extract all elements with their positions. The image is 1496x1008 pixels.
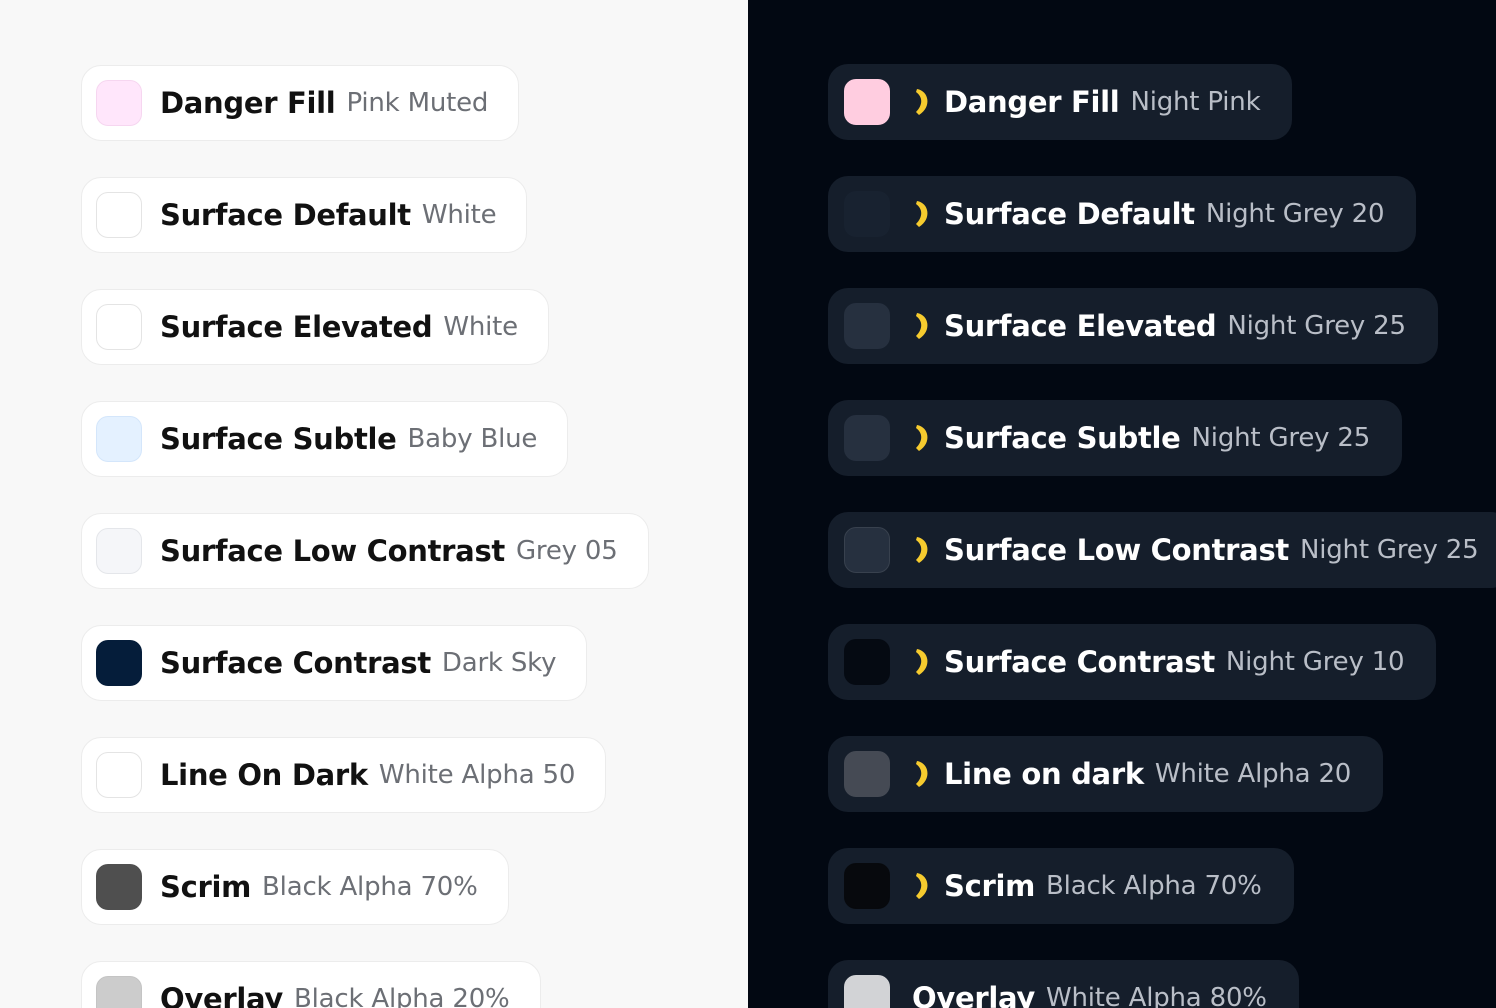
token-pill-scrim-dark: Scrim Black Alpha 70% [828, 848, 1294, 924]
moon-icon [916, 537, 928, 563]
token-value: White Alpha 20 [1154, 759, 1352, 789]
token-pill-surface-elevated-light: Surface Elevated White [81, 289, 549, 365]
token-pill-danger-fill-light: Danger Fill Pink Muted [81, 65, 520, 141]
color-swatch-danger-fill-dark [844, 79, 890, 125]
token-value: Night Grey 10 [1225, 647, 1405, 677]
token-name: Surface Low Contrast [160, 534, 505, 568]
token-value: Black Alpha 20% [293, 984, 510, 1008]
token-pill-surface-contrast-dark: Surface Contrast Night Grey 10 [828, 624, 1437, 700]
token-name: Surface Subtle [944, 421, 1181, 455]
moon-icon [916, 873, 928, 899]
color-swatch-overlay-dark [844, 975, 890, 1008]
color-swatch-scrim-dark [844, 863, 890, 909]
color-swatch-surface-subtle-light [96, 416, 142, 462]
token-pill-overlay-dark: Overlay White Alpha 80% [828, 960, 1299, 1008]
color-swatch-scrim-light [96, 864, 142, 910]
token-value: White [443, 312, 518, 342]
color-swatch-overlay-light [96, 976, 142, 1008]
token-value: White Alpha 80% [1045, 983, 1267, 1008]
token-pill-surface-default-dark: Surface Default Night Grey 20 [828, 176, 1417, 252]
token-name: Scrim [944, 869, 1036, 903]
token-pill-surface-default-light: Surface Default White [81, 177, 528, 253]
moon-icon [916, 425, 928, 451]
color-swatch-surface-subtle-dark [844, 415, 890, 461]
color-swatch-surface-default-dark [844, 191, 890, 237]
token-value: Night Pink [1130, 87, 1261, 117]
token-pill-surface-low-contrast-light: Surface Low Contrast Grey 05 [81, 513, 649, 589]
token-name: Surface Contrast [160, 646, 431, 680]
token-value: Night Grey 25 [1299, 535, 1479, 565]
token-value: Grey 05 [515, 536, 618, 566]
token-value: White Alpha 50 [378, 760, 576, 790]
token-name: Surface Default [160, 198, 411, 232]
token-pill-surface-low-contrast-dark: Surface Low Contrast Night Grey 25 [828, 512, 1496, 588]
color-swatch-surface-low-contrast-dark [844, 527, 890, 573]
color-swatch-danger-fill-light [96, 80, 142, 126]
token-pill-line-on-dark-dark: Line on dark White Alpha 20 [828, 736, 1384, 812]
moon-icon [916, 313, 928, 339]
token-name: Line on dark [944, 757, 1144, 791]
token-name: Danger Fill [944, 85, 1120, 119]
moon-icon [916, 649, 928, 675]
token-value: Black Alpha 70% [1046, 871, 1262, 901]
token-value: Night Grey 25 [1227, 311, 1406, 341]
color-swatch-surface-contrast-light [96, 640, 142, 686]
moon-icon [916, 89, 928, 115]
token-pill-surface-subtle-dark: Surface Subtle Night Grey 25 [828, 400, 1403, 476]
token-name: Danger Fill [160, 86, 336, 120]
color-swatch-surface-contrast-dark [844, 639, 890, 685]
token-value: Black Alpha 70% [262, 872, 478, 902]
color-swatch-surface-default-light [96, 192, 142, 238]
token-value: Dark Sky [441, 648, 557, 678]
moon-icon [916, 201, 928, 227]
token-value: Baby Blue [407, 424, 538, 454]
token-name: Overlay [912, 981, 1035, 1008]
token-name: Surface Elevated [160, 310, 433, 344]
color-swatch-surface-elevated-light [96, 304, 142, 350]
token-name: Surface Contrast [944, 645, 1215, 679]
token-name: Surface Subtle [160, 422, 397, 456]
token-pill-scrim-light: Scrim Black Alpha 70% [81, 849, 509, 925]
token-name: Line On Dark [160, 758, 368, 792]
token-value: White [421, 200, 497, 230]
color-swatch-line-on-dark-dark [844, 751, 890, 797]
token-name: Scrim [160, 870, 252, 904]
token-value: Night Grey 20 [1205, 199, 1385, 229]
token-pill-overlay-light: Overlay Black Alpha 20% [81, 961, 541, 1008]
color-swatch-surface-low-contrast-light [96, 528, 142, 574]
token-name: Surface Elevated [944, 309, 1217, 343]
color-swatch-line-on-dark-light [96, 752, 142, 798]
token-name: Overlay [160, 982, 283, 1008]
dark-theme-panel: Danger Fill Night Pink Surface Default N… [748, 0, 1496, 1008]
token-pill-surface-subtle-light: Surface Subtle Baby Blue [81, 401, 569, 477]
token-pill-surface-contrast-light: Surface Contrast Dark Sky [81, 625, 588, 701]
light-theme-panel: Danger Fill Pink Muted Surface Default W… [0, 0, 748, 1008]
token-name: Surface Low Contrast [944, 533, 1289, 567]
token-value: Pink Muted [346, 88, 489, 118]
moon-icon [916, 761, 928, 787]
color-swatch-surface-elevated-dark [844, 303, 890, 349]
token-name: Surface Default [944, 197, 1195, 231]
token-pill-line-on-dark-light: Line On Dark White Alpha 50 [81, 737, 607, 813]
token-pill-danger-fill-dark: Danger Fill Night Pink [828, 64, 1293, 140]
token-pill-surface-elevated-dark: Surface Elevated Night Grey 25 [828, 288, 1438, 364]
token-value: Night Grey 25 [1191, 423, 1371, 453]
